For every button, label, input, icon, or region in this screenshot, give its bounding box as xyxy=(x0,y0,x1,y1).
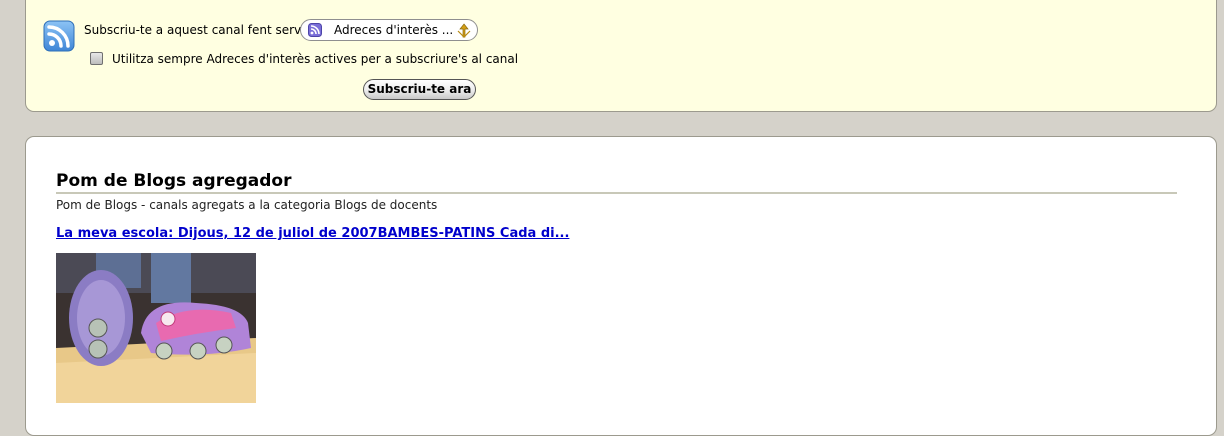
title-divider xyxy=(56,192,1177,194)
subscribe-label: Subscriu-te a aquest canal fent servir xyxy=(84,23,310,37)
always-use-label: Utilitza sempre Adreces d'interès active… xyxy=(112,52,519,66)
feed-subtitle: Pom de Blogs - canals agregats a la cate… xyxy=(56,198,438,212)
subscribe-now-button[interactable]: Subscriu-te ara xyxy=(363,79,476,100)
feed-icon xyxy=(43,20,75,52)
always-use-checkbox[interactable] xyxy=(90,52,103,65)
feed-title: Pom de Blogs agregador xyxy=(56,171,292,191)
dropdown-arrow-icon[interactable] xyxy=(455,22,473,39)
roller-shoes-photo xyxy=(56,253,256,403)
feed-content-panel: Pom de Blogs agregador Pom de Blogs - ca… xyxy=(25,136,1217,436)
reader-select-value: Adreces d'interès ... xyxy=(334,23,454,37)
live-bookmarks-icon xyxy=(308,23,322,37)
reader-select[interactable]: Adreces d'interès ... xyxy=(300,19,478,41)
entry-link[interactable]: La meva escola: Dijous, 12 de juliol de … xyxy=(56,226,569,241)
subscribe-panel: Subscriu-te a aquest canal fent servir A… xyxy=(25,0,1217,112)
